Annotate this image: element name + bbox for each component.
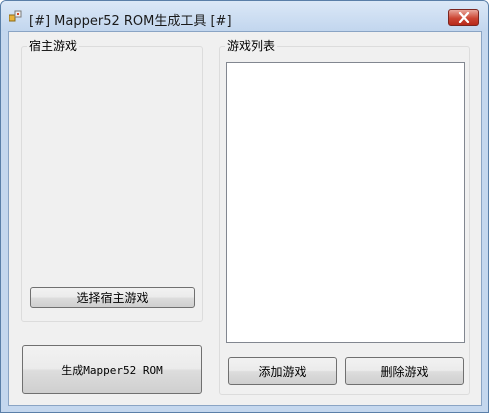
client-area: 宿主游戏 选择宿主游戏 生成Mapper52 ROM 游戏列表 添加游戏 删除游… [8,31,482,406]
close-button[interactable] [448,9,479,26]
generate-rom-button[interactable]: 生成Mapper52 ROM [22,345,202,394]
game-list-group: 游戏列表 添加游戏 删除游戏 [219,39,470,395]
select-host-game-button[interactable]: 选择宿主游戏 [30,287,195,308]
add-game-button[interactable]: 添加游戏 [228,357,337,385]
delete-game-button[interactable]: 删除游戏 [345,357,464,385]
game-list-box[interactable] [226,62,465,343]
host-game-group-title: 宿主游戏 [27,39,80,53]
host-game-group: 宿主游戏 选择宿主游戏 [21,39,203,322]
title-bar[interactable]: [#] Mapper52 ROM生成工具 [#] [1,1,488,31]
app-icon [8,10,23,23]
game-list-group-title: 游戏列表 [225,39,278,53]
close-icon [458,12,470,23]
app-window: [#] Mapper52 ROM生成工具 [#] 宿主游戏 选择宿主游戏 生成M… [0,0,489,413]
window-title: [#] Mapper52 ROM生成工具 [#] [29,14,232,29]
